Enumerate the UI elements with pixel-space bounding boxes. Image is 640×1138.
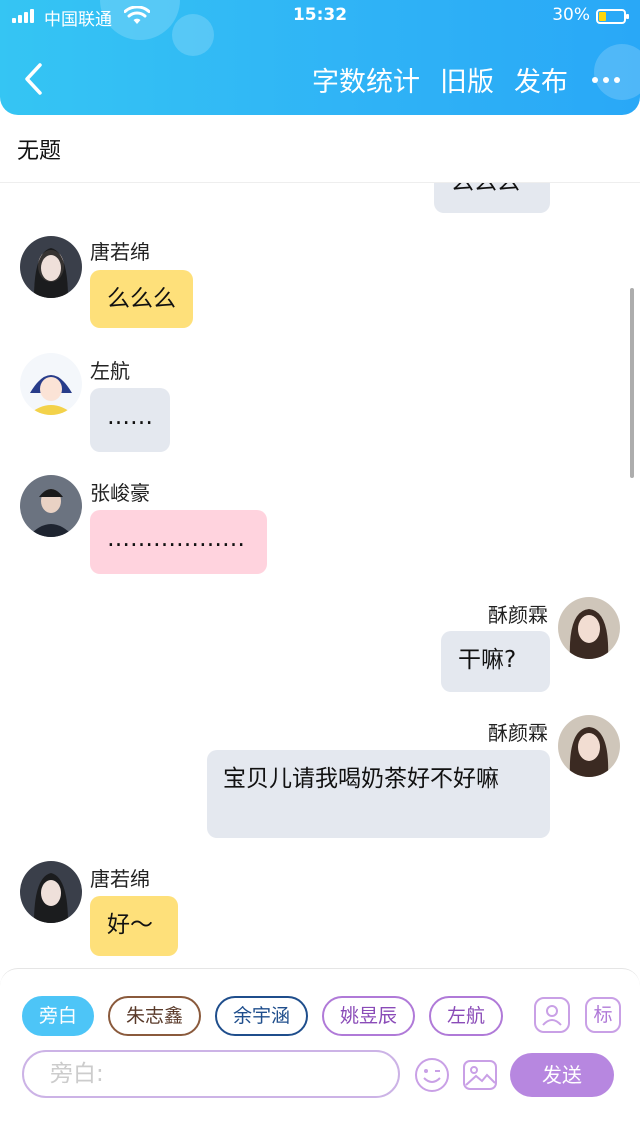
sender-name: 左航 [90,359,130,383]
chat-list[interactable]: 么么么 唐若绵 么么么 左航 …… 张峻豪 ……………… 酥颜霖 干嘛? 酥颜霖… [0,183,640,968]
chip-narration[interactable]: 旁白 [22,996,94,1036]
top-bar: 中国联通 15:32 30% 字数统计 旧版 发布 [0,0,640,115]
chip-character[interactable]: 左航 [429,996,504,1036]
message-bubble[interactable]: ……………… [90,510,267,574]
status-bar: 中国联通 15:32 30% [0,4,640,30]
chip-character[interactable]: 姚昱辰 [322,996,416,1036]
scrollbar[interactable] [630,288,634,478]
avatar[interactable] [20,475,82,537]
message-text: …… [107,404,153,430]
message-bubble[interactable]: 好～ [90,896,178,956]
contact-icon[interactable] [534,997,570,1033]
message-text: 么么么 [451,183,520,195]
more-icon[interactable] [592,76,620,83]
message-text: ……………… [107,526,245,552]
word-count-button[interactable]: 字数统计 [312,60,420,99]
message-text: 干嘛? [458,647,517,673]
message-text: 好～ [107,912,153,938]
message-bubble[interactable]: 宝贝儿请我喝奶茶好不好嘛 [207,750,550,838]
story-title[interactable]: 无题 [17,133,61,165]
message-input[interactable]: 旁白: [22,1050,400,1098]
battery-percent: 30% [552,5,590,25]
chip-character[interactable]: 朱志鑫 [108,996,202,1036]
publish-button[interactable]: 发布 [514,60,568,99]
avatar[interactable] [558,597,620,659]
back-icon[interactable] [22,62,46,96]
avatar[interactable] [558,715,620,777]
old-version-button[interactable]: 旧版 [440,60,494,99]
avatar[interactable] [20,861,82,923]
sender-name: 酥颜霖 [488,721,548,745]
sender-name: 唐若绵 [90,867,150,891]
message-text: 宝贝儿请我喝奶茶好不好嘛 [223,766,499,792]
send-button[interactable]: 发送 [510,1053,614,1097]
chip-character[interactable]: 余宇涵 [215,996,309,1036]
battery-icon [596,9,629,24]
message-bubble[interactable]: 么么么 [90,270,193,328]
message-bubble[interactable]: 干嘛? [441,631,550,692]
avatar[interactable] [20,353,82,415]
message-bubble[interactable]: 么么么 [434,183,550,213]
message-bubble[interactable]: …… [90,388,170,452]
image-icon[interactable] [462,1057,498,1093]
sender-name: 张峻豪 [90,481,150,505]
tag-button[interactable]: 标 [585,997,621,1033]
title-row: 无题 [0,115,640,183]
sender-name: 酥颜霖 [488,603,548,627]
nav-actions: 字数统计 旧版 发布 [292,60,620,99]
emoji-icon[interactable] [414,1057,450,1093]
status-time: 15:32 [292,5,348,25]
character-chips[interactable]: 旁白 朱志鑫 余宇涵 姚昱辰 左航 [22,996,532,1038]
avatar[interactable] [20,236,82,298]
message-text: 么么么 [107,286,176,312]
sender-name: 唐若绵 [90,240,150,264]
composer: 旁白 朱志鑫 余宇涵 姚昱辰 左航 标 旁白: 发送 [0,968,640,1138]
